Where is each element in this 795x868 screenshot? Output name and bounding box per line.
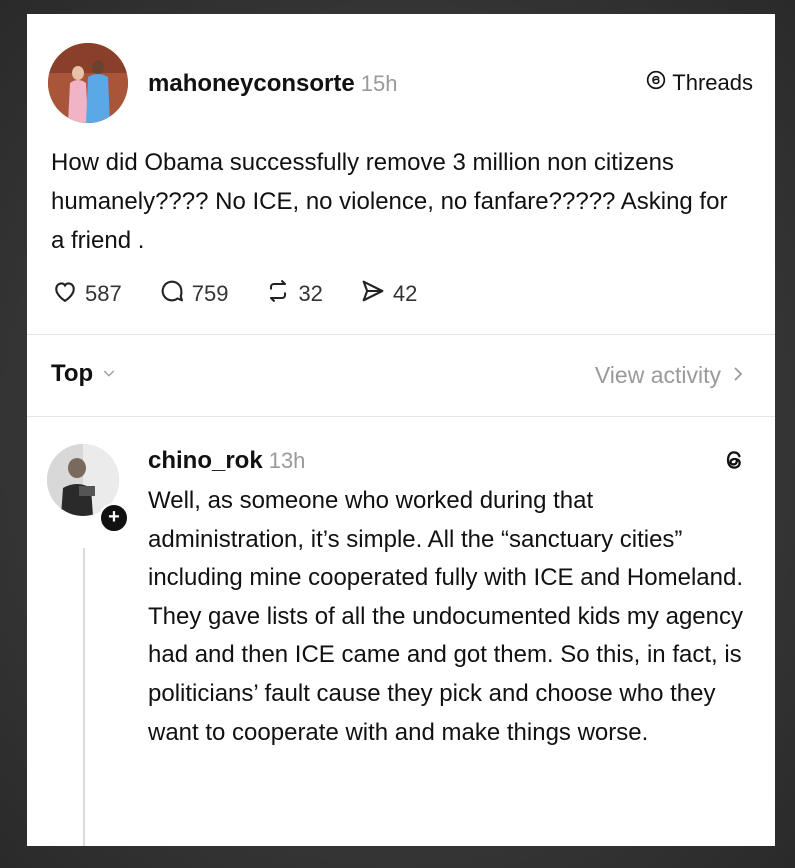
threads-badge-label: Threads xyxy=(672,70,753,95)
post-timestamp: 15h xyxy=(360,71,398,96)
heart-icon xyxy=(51,277,79,311)
threads-logo-icon xyxy=(646,70,666,96)
view-activity-label: View activity xyxy=(594,362,721,388)
author-avatar[interactable] xyxy=(48,43,128,123)
thread-connector xyxy=(83,548,85,846)
like-button[interactable]: 587 xyxy=(51,277,122,311)
reply-body: Well, as someone who worked during that … xyxy=(148,487,743,746)
post-actions: 587 759 32 42 xyxy=(51,277,453,311)
post-body: How did Obama successfully remove 3 mill… xyxy=(51,149,728,254)
share-button[interactable]: 42 xyxy=(359,277,417,311)
sort-label: Top xyxy=(51,360,94,387)
chevron-right-icon xyxy=(731,362,745,389)
divider-bottom xyxy=(27,416,775,417)
sort-dropdown[interactable]: Top xyxy=(51,360,117,388)
chevron-down-icon xyxy=(101,360,117,388)
reply-username[interactable]: chino_rok xyxy=(148,447,263,474)
divider-top xyxy=(27,334,775,335)
share-count: 42 xyxy=(392,281,418,306)
threads-badge[interactable]: Threads xyxy=(646,70,753,96)
repost-icon xyxy=(264,277,292,311)
reply-count: 759 xyxy=(191,281,229,306)
send-icon xyxy=(359,277,387,311)
reply-button[interactable]: 759 xyxy=(158,277,229,311)
author-username[interactable]: mahoneyconsorte xyxy=(148,70,355,97)
comment-icon xyxy=(158,277,186,311)
repost-button[interactable]: 32 xyxy=(264,277,323,311)
threads-logo-icon[interactable] xyxy=(721,447,747,478)
reply-timestamp: 13h xyxy=(268,448,306,473)
screenshot-frame: mahoneyconsorte 15h Threads How did Obama… xyxy=(0,0,795,868)
like-count: 587 xyxy=(85,281,122,306)
view-activity-link[interactable]: View activity xyxy=(595,362,745,389)
threads-post-card: mahoneyconsorte 15h Threads How did Obama… xyxy=(27,14,775,846)
plus-icon[interactable]: + xyxy=(99,503,129,533)
reply-author[interactable]: chino_rok 13h xyxy=(148,447,305,475)
post-author[interactable]: mahoneyconsorte 15h xyxy=(148,70,397,98)
repost-count: 32 xyxy=(298,281,323,306)
